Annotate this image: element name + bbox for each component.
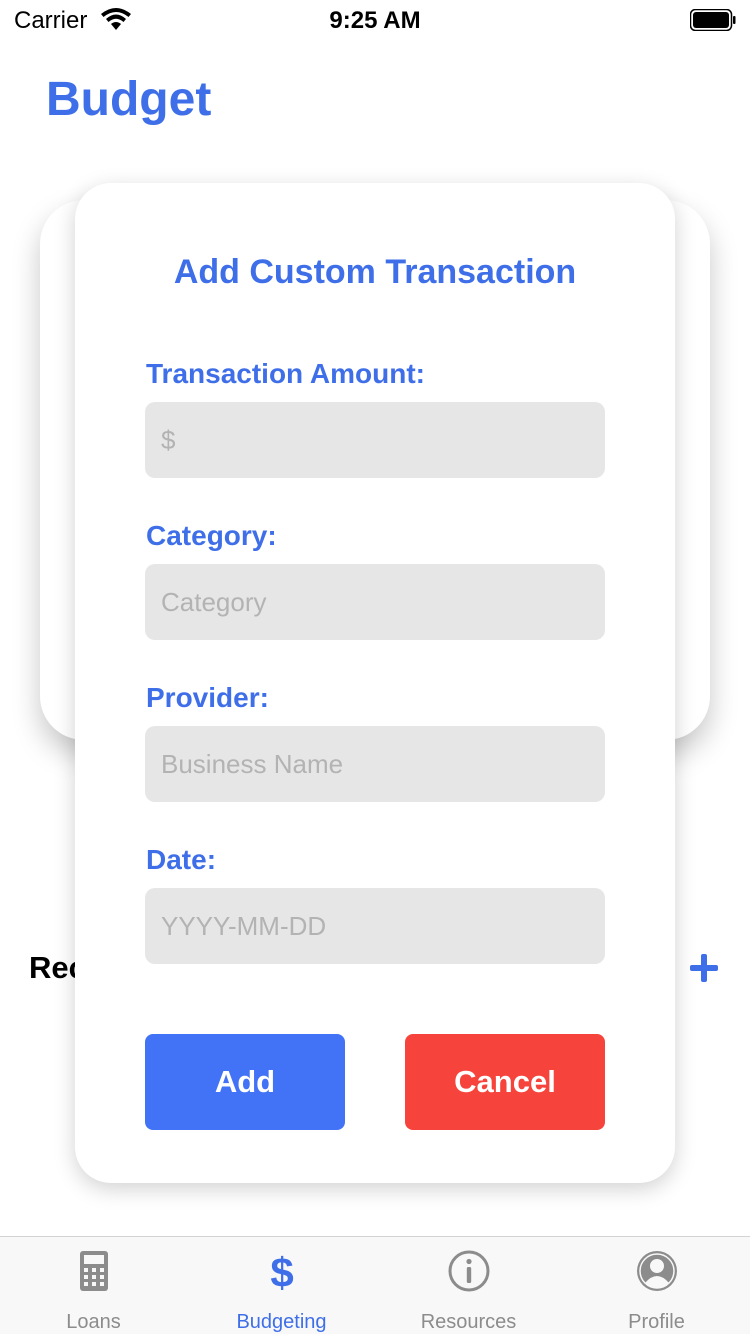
- tab-profile-label: Profile: [628, 1311, 685, 1333]
- tab-resources-label: Resources: [420, 1311, 517, 1333]
- transaction-amount-input[interactable]: [145, 402, 605, 478]
- cancel-button[interactable]: Cancel: [405, 1034, 605, 1130]
- tab-profile[interactable]: Profile: [563, 1237, 750, 1334]
- clock: 9:25 AM: [329, 7, 421, 34]
- date-label: Date:: [146, 844, 217, 875]
- tab-loans-label: Loans: [66, 1311, 121, 1333]
- tab-budgeting-label: Budgeting: [236, 1311, 327, 1333]
- info-icon: [448, 1250, 489, 1292]
- status-bar: Carrier 9:25 AM: [0, 0, 750, 40]
- tab-resources[interactable]: Resources: [375, 1237, 562, 1334]
- add-button[interactable]: Add: [145, 1034, 345, 1130]
- date-input[interactable]: [145, 888, 605, 964]
- profile-icon: [636, 1251, 677, 1291]
- category-input[interactable]: [145, 564, 605, 640]
- modal-title: Add Custom Transaction: [173, 253, 577, 291]
- tab-loans[interactable]: Loans: [0, 1237, 187, 1334]
- provider-label: Provider:: [146, 682, 269, 713]
- provider-input[interactable]: [145, 726, 605, 802]
- dollar-icon: $: [270, 1249, 293, 1293]
- tab-budgeting[interactable]: $ Budgeting: [188, 1237, 375, 1334]
- transaction-amount-label: Transaction Amount:: [146, 358, 425, 389]
- svg-text:$: $: [270, 1249, 293, 1293]
- page-title: Budget: [46, 73, 212, 126]
- add-transaction-plus-icon[interactable]: [686, 950, 722, 986]
- category-label: Category:: [146, 520, 277, 551]
- calculator-icon: [79, 1251, 108, 1291]
- battery-icon: [690, 9, 736, 31]
- tab-bar: Loans $ Budgeting Resources Profile: [0, 1236, 750, 1334]
- add-transaction-modal: Add Custom Transaction Transaction Amoun…: [75, 183, 675, 1183]
